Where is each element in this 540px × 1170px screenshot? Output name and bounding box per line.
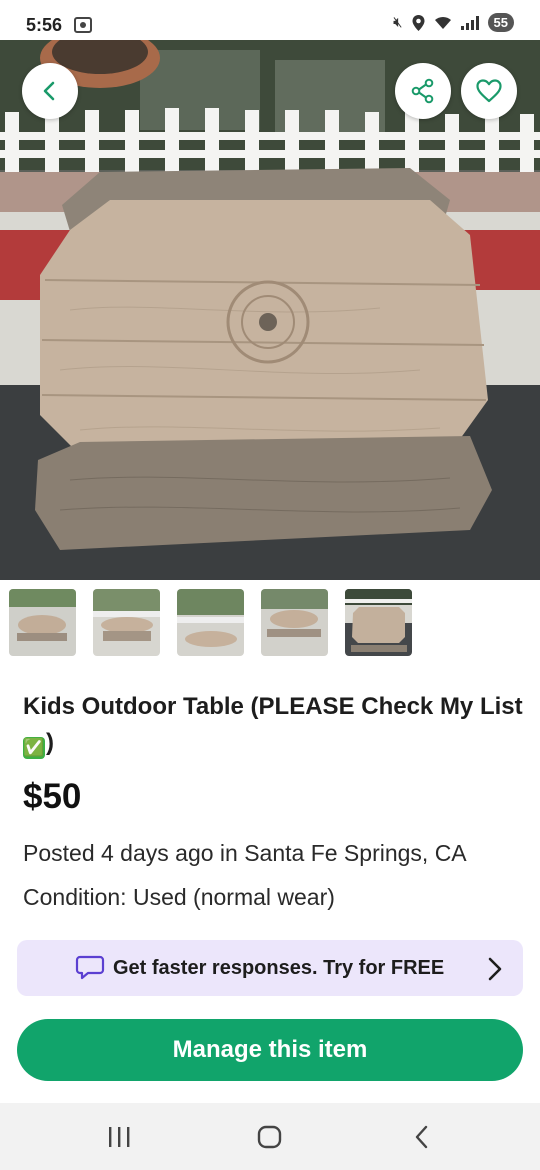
status-time: 5:56 bbox=[26, 14, 63, 35]
condition-info: Condition: Used (normal wear) bbox=[23, 884, 335, 910]
battery-icon: 55 bbox=[487, 13, 514, 32]
thumbnail[interactable] bbox=[345, 589, 412, 656]
heart-icon bbox=[476, 79, 502, 103]
signal-icon bbox=[460, 15, 479, 30]
check-mark-icon: ✅ bbox=[23, 737, 45, 759]
status-icons: 🔇︎ 55 bbox=[393, 13, 514, 32]
system-nav-bar bbox=[0, 1103, 540, 1170]
thumbnail-strip bbox=[9, 589, 412, 656]
listing-title: Kids Outdoor Table (PLEASE Check My List… bbox=[23, 689, 523, 761]
wifi-icon bbox=[434, 16, 451, 29]
main-photo[interactable] bbox=[0, 40, 540, 580]
promo-banner[interactable]: Get faster responses. Try for FREE bbox=[17, 940, 523, 996]
thumbnail[interactable] bbox=[93, 589, 160, 656]
screenshot-icon bbox=[74, 17, 93, 33]
favorite-button[interactable] bbox=[461, 63, 517, 119]
back-nav-button[interactable] bbox=[402, 1121, 442, 1153]
chat-bubble-icon bbox=[75, 955, 105, 980]
share-icon bbox=[411, 78, 434, 104]
listing-title-text: Kids Outdoor Table (PLEASE Check My List bbox=[23, 693, 523, 720]
chevron-right-icon bbox=[488, 957, 502, 981]
location-icon bbox=[412, 14, 425, 31]
back-nav-icon bbox=[415, 1125, 428, 1149]
posted-info: Posted 4 days ago in Santa Fe Springs, C… bbox=[23, 840, 467, 866]
home-icon bbox=[257, 1125, 282, 1149]
thumbnail[interactable] bbox=[9, 589, 76, 656]
home-button[interactable] bbox=[250, 1121, 290, 1153]
thumbnail[interactable] bbox=[177, 589, 244, 656]
mute-icon: 🔇︎ bbox=[393, 14, 403, 31]
back-button[interactable] bbox=[22, 63, 78, 119]
recent-apps-button[interactable] bbox=[99, 1121, 139, 1153]
chevron-left-icon bbox=[43, 81, 55, 101]
share-button[interactable] bbox=[395, 63, 451, 119]
listing-price: $50 bbox=[23, 777, 82, 816]
table-photo bbox=[0, 40, 540, 580]
recent-apps-icon bbox=[109, 1127, 130, 1147]
listing-title-tail: ) bbox=[46, 729, 54, 756]
thumbnail[interactable] bbox=[261, 589, 328, 656]
promo-text: Get faster responses. Try for FREE bbox=[113, 956, 445, 979]
manage-item-button[interactable]: Manage this item bbox=[17, 1019, 523, 1081]
